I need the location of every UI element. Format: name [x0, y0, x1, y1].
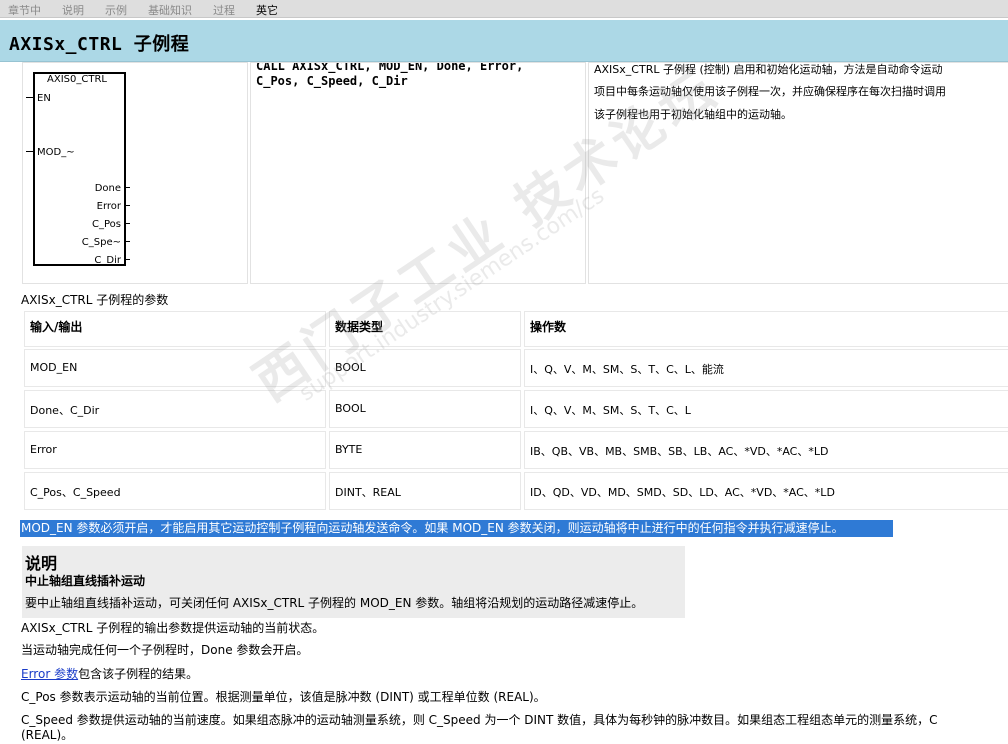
- tab-other[interactable]: 英它: [256, 2, 278, 18]
- table-row: MOD_EN: [24, 349, 326, 387]
- cell-type: BOOL: [335, 402, 366, 415]
- page-title: AXISx_CTRL 子例程: [9, 34, 190, 55]
- note-heading: 说明: [25, 554, 58, 573]
- header-label: 操作数: [530, 320, 567, 334]
- header-label: 输入/输出: [30, 320, 83, 334]
- tab-bar: 章节中 说明 示例 基础知识 过程 英它: [0, 0, 1008, 18]
- note-body: 要中止轴组直线插补运动，可关闭任何 AXISx_CTRL 子例程的 MOD_EN…: [25, 596, 644, 610]
- note-subheading: 中止轴组直线插补运动: [25, 574, 146, 588]
- ladder-output-cspeed: C_Spe~: [81, 237, 121, 248]
- ladder-output-error: Error: [96, 201, 121, 212]
- table-header-operands: 操作数: [524, 311, 1008, 347]
- cell-operands: ID、QD、VD、MD、SMD、SD、LD、AC、*VD、*AC、*LD: [530, 486, 835, 499]
- cell-io: MOD_EN: [30, 361, 78, 374]
- table-row: Done、C_Dir: [24, 390, 326, 428]
- description-cell: AXISx_CTRL 子例程 (控制) 启用和初始化运动轴，方法是自动命令运动 …: [588, 62, 1008, 284]
- header-label: 数据类型: [335, 320, 384, 334]
- table-row: I、Q、V、M、SM、S、T、C、L: [524, 390, 1008, 428]
- cell-io: Error: [30, 443, 57, 456]
- cell-operands: I、Q、V、M、SM、S、T、C、L: [530, 404, 691, 417]
- table-row: BOOL: [329, 349, 521, 387]
- paragraph-2: 当运动轴完成任何一个子例程时，Done 参数会开启。: [21, 643, 309, 657]
- tab-description[interactable]: 说明: [62, 2, 84, 18]
- ladder-block: AXIS0_CTRL EN MOD_~ Done Error C_Pos C_S…: [33, 72, 126, 266]
- tab-example[interactable]: 示例: [105, 2, 127, 18]
- call-line-1: CALL AXISx_CTRL, MOD_EN, Done, Error,: [256, 62, 524, 73]
- table-row: BOOL: [329, 390, 521, 428]
- cell-io: C_Pos、C_Speed: [30, 486, 121, 499]
- table-row: Error: [24, 431, 326, 469]
- paragraph-5: C_Speed 参数提供运动轴的当前速度。如果组态脉冲的运动轴测量系统，则 C_…: [21, 713, 938, 727]
- paragraph-3-rest: 包含该子例程的结果。: [78, 667, 199, 681]
- table-row: DINT、REAL: [329, 472, 521, 510]
- call-cell: CALL AXISx_CTRL, MOD_EN, Done, Error, C_…: [250, 62, 586, 284]
- error-parameter-link[interactable]: Error 参数: [21, 667, 78, 681]
- description-line-3: 该子例程也用于初始化轴组中的运动轴。: [594, 108, 792, 121]
- title-band: AXISx_CTRL 子例程: [0, 20, 1008, 62]
- table-header-type: 数据类型: [329, 311, 521, 347]
- cell-operands: I、Q、V、M、SM、S、T、C、L、能流: [530, 363, 724, 376]
- paragraph-3: Error 参数包含该子例程的结果。: [21, 667, 198, 681]
- ladder-output-cdir: C_Dir: [94, 255, 121, 266]
- highlighted-text[interactable]: MOD_EN 参数必须开启，才能启用其它运动控制子例程向运动轴发送命令。如果 M…: [20, 520, 893, 537]
- params-caption: AXISx_CTRL 子例程的参数: [21, 293, 169, 307]
- cell-type: DINT、REAL: [335, 486, 401, 499]
- paragraph-1: AXISx_CTRL 子例程的输出参数提供运动轴的当前状态。: [21, 621, 325, 635]
- ladder-output-done: Done: [94, 183, 121, 194]
- table-header-io: 输入/输出: [24, 311, 326, 347]
- table-row: IB、QB、VB、MB、SMB、SB、LB、AC、*VD、*AC、*LD: [524, 431, 1008, 469]
- paragraph-6: (REAL)。: [21, 728, 74, 742]
- cell-type: BYTE: [335, 443, 363, 456]
- tab-basics[interactable]: 基础知识: [148, 2, 192, 18]
- cell-type: BOOL: [335, 361, 366, 374]
- cell-operands: IB、QB、VB、MB、SMB、SB、LB、AC、*VD、*AC、*LD: [530, 445, 829, 458]
- table-row: ID、QD、VD、MD、SMD、SD、LD、AC、*VD、*AC、*LD: [524, 472, 1008, 510]
- call-line-2: C_Pos, C_Speed, C_Dir: [256, 74, 408, 88]
- table-row: C_Pos、C_Speed: [24, 472, 326, 510]
- ladder-input-en: EN: [37, 93, 51, 104]
- table-row: I、Q、V、M、SM、S、T、C、L、能流: [524, 349, 1008, 387]
- tab-procedure[interactable]: 过程: [213, 2, 235, 18]
- tab-chapter[interactable]: 章节中: [8, 2, 41, 18]
- description-line-1: AXISx_CTRL 子例程 (控制) 启用和初始化运动轴，方法是自动命令运动: [594, 63, 943, 76]
- ladder-block-name: AXIS0_CTRL: [47, 74, 107, 85]
- paragraph-4: C_Pos 参数表示运动轴的当前位置。根据测量单位，该值是脉冲数 (DINT) …: [21, 690, 546, 704]
- cell-io: Done、C_Dir: [30, 404, 100, 417]
- note-box: 说明 中止轴组直线插补运动 要中止轴组直线插补运动，可关闭任何 AXISx_CT…: [22, 546, 685, 618]
- table-row: BYTE: [329, 431, 521, 469]
- ladder-input-mod: MOD_~: [37, 147, 75, 158]
- description-line-2: 项目中每条运动轴仅使用该子例程一次，并应确保程序在每次扫描时调用: [594, 85, 946, 98]
- ladder-output-cpos: C_Pos: [92, 219, 121, 230]
